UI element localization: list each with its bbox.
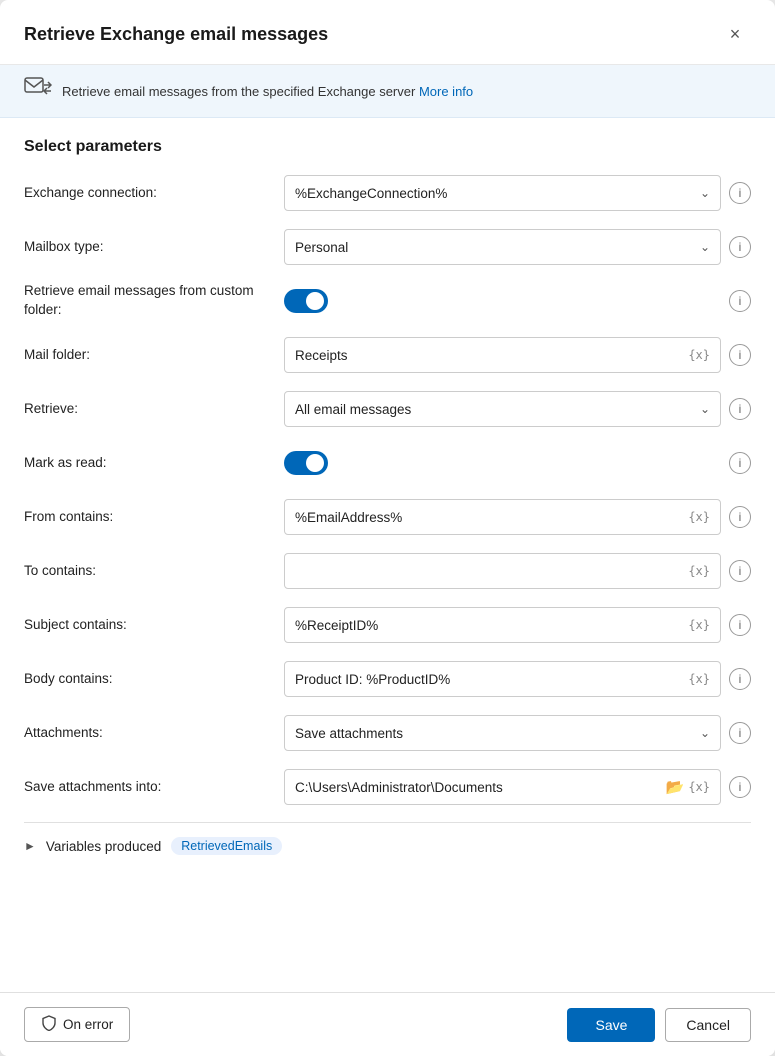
dialog-footer: On error Save Cancel <box>0 992 775 1056</box>
label-mark-as-read: Mark as read: <box>24 454 284 473</box>
exchange-connection-select[interactable]: %ExchangeConnection% ⌄ <box>284 175 721 211</box>
label-retrieve: Retrieve: <box>24 400 284 419</box>
chevron-down-icon: ⌄ <box>700 240 710 254</box>
save-button[interactable]: Save <box>567 1008 655 1042</box>
label-attachments: Attachments: <box>24 724 284 743</box>
info-banner: Retrieve email messages from the specifi… <box>0 65 775 118</box>
to-contains-input[interactable]: {x} <box>284 553 721 589</box>
param-row-from-contains: From contains: %EmailAddress% {x} i <box>24 498 751 536</box>
info-icon-to-contains[interactable]: i <box>729 560 751 582</box>
body-contains-input[interactable]: Product ID: %ProductID% {x} <box>284 661 721 697</box>
info-icon-mailbox-type[interactable]: i <box>729 236 751 258</box>
variable-suffix: {x} <box>688 348 710 362</box>
variable-badge: RetrievedEmails <box>171 837 282 855</box>
control-subject-contains: %ReceiptID% {x} i <box>284 607 751 643</box>
control-retrieve-custom-folder: i <box>284 289 751 313</box>
variable-suffix: {x} <box>688 618 710 632</box>
label-save-attachments-into: Save attachments into: <box>24 778 284 797</box>
shield-icon <box>41 1015 57 1034</box>
info-icon-exchange-connection[interactable]: i <box>729 182 751 204</box>
variable-suffix: {x} <box>688 510 710 524</box>
control-retrieve: All email messages ⌄ i <box>284 391 751 427</box>
footer-right: Save Cancel <box>567 1008 751 1042</box>
info-icon-from-contains[interactable]: i <box>729 506 751 528</box>
variables-label: Variables produced <box>46 839 161 854</box>
variable-suffix: {x} <box>688 780 710 794</box>
chevron-down-icon: ⌄ <box>700 186 710 200</box>
control-save-attachments-into: C:\Users\Administrator\Documents 📂 {x} i <box>284 769 751 805</box>
dialog-title: Retrieve Exchange email messages <box>24 24 328 45</box>
toggle-retrieve-custom-folder[interactable] <box>284 289 328 313</box>
subject-contains-input[interactable]: %ReceiptID% {x} <box>284 607 721 643</box>
param-row-retrieve-custom-folder: Retrieve email messages from custom fold… <box>24 282 751 320</box>
dialog-body: Select parameters Exchange connection: %… <box>0 118 775 992</box>
variables-section: ► Variables produced RetrievedEmails <box>24 822 751 863</box>
control-attachments: Save attachments ⌄ i <box>284 715 751 751</box>
label-to-contains: To contains: <box>24 562 284 581</box>
info-icon-mark-as-read[interactable]: i <box>729 452 751 474</box>
label-subject-contains: Subject contains: <box>24 616 284 635</box>
variables-header[interactable]: ► Variables produced RetrievedEmails <box>24 837 751 855</box>
close-button[interactable]: × <box>719 18 751 50</box>
section-title: Select parameters <box>24 138 751 156</box>
info-icon-body-contains[interactable]: i <box>729 668 751 690</box>
label-retrieve-custom-folder: Retrieve email messages from custom fold… <box>24 282 284 320</box>
attachments-select[interactable]: Save attachments ⌄ <box>284 715 721 751</box>
more-info-link[interactable]: More info <box>419 84 473 99</box>
info-icon-retrieve-custom-folder[interactable]: i <box>729 290 751 312</box>
info-icon-retrieve[interactable]: i <box>729 398 751 420</box>
chevron-right-icon: ► <box>24 839 36 853</box>
variable-suffix: {x} <box>688 672 710 686</box>
param-row-attachments: Attachments: Save attachments ⌄ i <box>24 714 751 752</box>
info-icon-attachments[interactable]: i <box>729 722 751 744</box>
chevron-down-icon: ⌄ <box>700 402 710 416</box>
retrieve-select[interactable]: All email messages ⌄ <box>284 391 721 427</box>
param-row-mail-folder: Mail folder: Receipts {x} i <box>24 336 751 374</box>
param-row-mailbox-type: Mailbox type: Personal ⌄ i <box>24 228 751 266</box>
on-error-button[interactable]: On error <box>24 1007 130 1042</box>
control-mailbox-type: Personal ⌄ i <box>284 229 751 265</box>
variable-suffix: {x} <box>688 564 710 578</box>
toggle-mark-as-read[interactable] <box>284 451 328 475</box>
param-row-retrieve: Retrieve: All email messages ⌄ i <box>24 390 751 428</box>
label-mailbox-type: Mailbox type: <box>24 238 284 257</box>
param-row-subject-contains: Subject contains: %ReceiptID% {x} i <box>24 606 751 644</box>
param-row-body-contains: Body contains: Product ID: %ProductID% {… <box>24 660 751 698</box>
email-exchange-icon <box>24 77 52 105</box>
param-row-mark-as-read: Mark as read: i <box>24 444 751 482</box>
from-contains-input[interactable]: %EmailAddress% {x} <box>284 499 721 535</box>
mailbox-type-select[interactable]: Personal ⌄ <box>284 229 721 265</box>
control-mark-as-read: i <box>284 451 751 475</box>
label-exchange-connection: Exchange connection: <box>24 184 284 203</box>
param-row-save-attachments-into: Save attachments into: C:\Users\Administ… <box>24 768 751 806</box>
info-icon-subject-contains[interactable]: i <box>729 614 751 636</box>
info-icon-mail-folder[interactable]: i <box>729 344 751 366</box>
control-body-contains: Product ID: %ProductID% {x} i <box>284 661 751 697</box>
param-row-exchange-connection: Exchange connection: %ExchangeConnection… <box>24 174 751 212</box>
mail-folder-input[interactable]: Receipts {x} <box>284 337 721 373</box>
folder-browse-icon[interactable]: 📂 <box>666 778 685 796</box>
label-from-contains: From contains: <box>24 508 284 527</box>
chevron-down-icon: ⌄ <box>700 726 710 740</box>
info-banner-text: Retrieve email messages from the specifi… <box>62 84 473 99</box>
control-to-contains: {x} i <box>284 553 751 589</box>
control-from-contains: %EmailAddress% {x} i <box>284 499 751 535</box>
label-mail-folder: Mail folder: <box>24 346 284 365</box>
param-row-to-contains: To contains: {x} i <box>24 552 751 590</box>
control-exchange-connection: %ExchangeConnection% ⌄ i <box>284 175 751 211</box>
dialog: Retrieve Exchange email messages × Retri… <box>0 0 775 1056</box>
dialog-header: Retrieve Exchange email messages × <box>0 0 775 65</box>
save-attachments-into-input[interactable]: C:\Users\Administrator\Documents 📂 {x} <box>284 769 721 805</box>
cancel-button[interactable]: Cancel <box>665 1008 751 1042</box>
control-mail-folder: Receipts {x} i <box>284 337 751 373</box>
label-body-contains: Body contains: <box>24 670 284 689</box>
info-icon-save-attachments-into[interactable]: i <box>729 776 751 798</box>
